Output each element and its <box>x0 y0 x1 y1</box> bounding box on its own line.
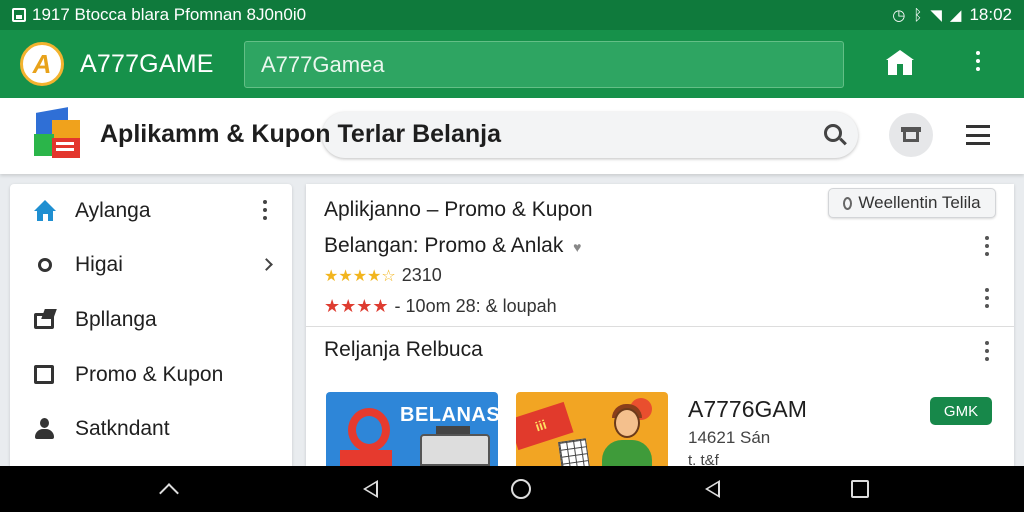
wifi-icon: ◥ <box>930 7 942 24</box>
more-vert-icon[interactable] <box>983 288 991 308</box>
up-icon[interactable] <box>139 466 199 512</box>
alarm-icon: ◷ <box>892 7 906 24</box>
heart-icon[interactable]: ♥ <box>573 239 581 255</box>
machine-graphic <box>420 434 490 466</box>
rating-row-2: ★★★★ - 10om 28: & loupah <box>324 296 557 317</box>
rating-count: 2310 <box>401 265 442 285</box>
chip-label: Weellentin Telila <box>858 193 981 212</box>
person-graphic <box>602 440 652 466</box>
user-icon <box>34 418 56 440</box>
search-icon[interactable] <box>824 124 847 146</box>
card-subtitle: Belangan: Promo & Anlak ♥ <box>324 234 581 258</box>
bluetooth-icon: ᛒ <box>913 6 923 24</box>
home-icon <box>34 200 56 222</box>
app-logo[interactable]: A <box>20 42 64 86</box>
person-graphic <box>614 408 640 438</box>
bag-icon <box>34 309 57 331</box>
chevron-right-icon <box>260 258 273 271</box>
status-bar: 1917 Btocca blara Pfomnan 8J0n0i0 ◷ ᛒ ◥ … <box>0 0 1024 30</box>
app-name: A7776GAM <box>688 396 807 422</box>
drawer-item-label: Promo & Kupon <box>75 363 224 386</box>
status-notification-text: 1917 Btocca blara Pfomnan 8J0n0i0 <box>32 5 307 24</box>
card-graphic <box>558 438 590 466</box>
page-title-overlay: Aplikamm & Kupon Terlar Belanja <box>100 120 502 148</box>
install-button[interactable]: GMK <box>930 397 992 425</box>
menu-icon[interactable] <box>966 125 990 145</box>
promo-thumbnail-person[interactable]: iii <box>516 392 668 466</box>
drawer-item-promo-kupon[interactable]: Promo & Kupon <box>10 348 292 402</box>
ring-graphic <box>348 408 390 452</box>
home-circle-icon[interactable] <box>491 466 551 512</box>
section-title: Reljanja Relbuca <box>324 338 483 361</box>
drawer-item-bpllanga[interactable]: Bpllanga <box>10 293 292 347</box>
pin-icon <box>843 196 853 210</box>
star-rating-icon: ★★★★ <box>324 296 389 316</box>
card-title: Aplikjanno – Promo & Kupon <box>324 198 593 221</box>
app-search-field[interactable]: A777Gamea <box>244 41 844 88</box>
base-graphic <box>340 450 392 466</box>
drawer-item-higai[interactable]: Higai <box>10 238 292 292</box>
more-vert-icon[interactable] <box>983 341 991 361</box>
back-icon[interactable] <box>340 466 400 512</box>
back-icon[interactable] <box>682 466 742 512</box>
more-vert-icon[interactable] <box>970 51 986 71</box>
drawer-item-aylanga[interactable]: Aylanga <box>10 184 292 238</box>
more-vert-icon[interactable] <box>983 236 991 256</box>
store-circle-button[interactable] <box>889 113 933 157</box>
navigation-bar <box>0 466 1024 512</box>
gallery-icon <box>12 8 26 22</box>
status-time: 18:02 <box>969 5 1012 24</box>
drawer-item-label: Aylanga <box>75 199 151 222</box>
subtitle-text: Belangan: Promo & Anlak <box>324 234 564 257</box>
drawer-item-label: Bpllanga <box>75 308 157 331</box>
main-content: Aplikjanno – Promo & Kupon Weellentin Te… <box>306 184 1014 469</box>
store-icon <box>901 127 921 143</box>
rating-detail: - 10om 28: & loupah <box>394 296 557 316</box>
side-drawer: Aylanga Higai Bpllanga Promo & Kupon Sat… <box>10 184 292 466</box>
divider <box>306 326 1014 327</box>
rating-row-1: ★★★★☆ 2310 <box>324 265 442 286</box>
star-rating-icon: ★★★★☆ <box>324 267 396 285</box>
signal-icon: ◢ <box>949 7 962 24</box>
drawer-item-label: Higai <box>75 253 123 276</box>
cube-logo-icon <box>32 107 84 160</box>
store-icon[interactable] <box>884 50 916 78</box>
app-size: 14621 Sán <box>688 428 771 447</box>
promo-thumbnail-belanas[interactable]: BELANAS <box>326 392 498 466</box>
app-bar: A A777GAME A777Gamea <box>0 30 1024 98</box>
app-title: A777GAME <box>80 49 214 78</box>
thumbnail-label: BELANAS <box>400 404 498 426</box>
coupon-icon <box>34 364 56 386</box>
drawer-item-satkndant[interactable]: Satkndant <box>10 402 292 456</box>
recents-icon[interactable] <box>830 466 890 512</box>
more-vert-icon[interactable] <box>262 200 268 220</box>
drawer-item-label: Satkndant <box>75 417 170 440</box>
location-chip-button[interactable]: Weellentin Telila <box>828 188 996 218</box>
gear-icon <box>34 254 56 276</box>
